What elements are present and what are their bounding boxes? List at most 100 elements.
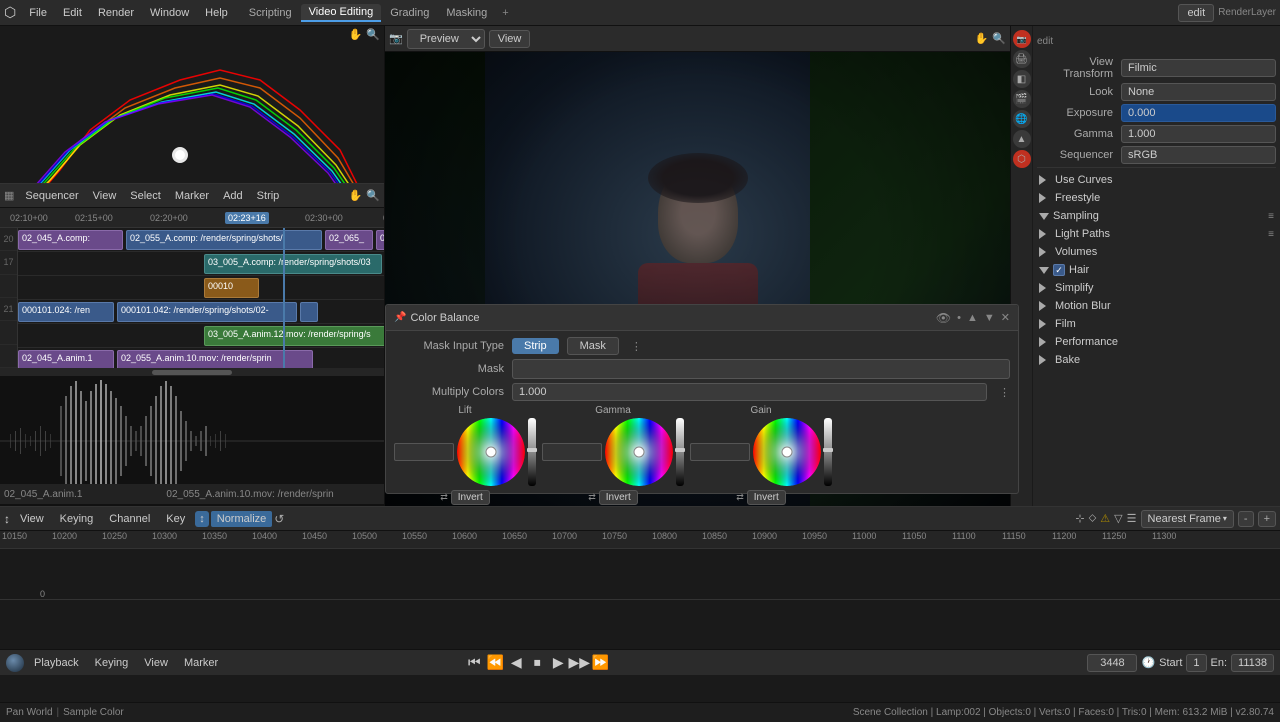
menu-window[interactable]: Window [143, 5, 196, 21]
seq-sequencer[interactable]: Sequencer [20, 188, 83, 204]
next-key-button[interactable]: ⏩ [591, 654, 609, 672]
sphere-icon[interactable] [6, 654, 24, 672]
section-sampling[interactable]: Sampling ≡ [1037, 207, 1276, 225]
view-icon2[interactable]: ☰ [1127, 512, 1137, 525]
menu-help[interactable]: Help [198, 5, 235, 21]
lift-invert-button[interactable]: Invert [451, 490, 490, 505]
clip-9[interactable]: 000101.024: /ren [18, 302, 114, 322]
lift-wheel[interactable] [457, 418, 525, 486]
mask-field[interactable] [512, 359, 1010, 379]
material-icon[interactable]: ⬡ [1013, 150, 1031, 168]
object-icon[interactable]: ▲ [1013, 130, 1031, 148]
jump-start-button[interactable]: ⏮ [465, 654, 483, 672]
playback-menu[interactable]: Playback [28, 655, 85, 671]
start-value[interactable]: 1 [1186, 654, 1206, 672]
section-film[interactable]: Film [1037, 315, 1276, 333]
cursor-icon[interactable]: ⊹ [1075, 512, 1084, 525]
mask-button[interactable]: Mask [567, 337, 619, 355]
keyframe-icon[interactable]: ⬦ [1089, 512, 1097, 525]
seq-strip[interactable]: Strip [252, 188, 285, 204]
minus-zoom[interactable]: - [1238, 511, 1254, 527]
section-hair[interactable]: Hair [1037, 261, 1276, 279]
seq-marker[interactable]: Marker [170, 188, 214, 204]
workspace-masking[interactable]: Masking [438, 5, 495, 21]
view-menu[interactable]: View [138, 655, 174, 671]
view-transform-value[interactable]: Filmic [1121, 59, 1276, 77]
hair-checkbox[interactable] [1053, 264, 1065, 276]
clip-5[interactable]: 03_005_A.comp: /render/spring/shots/03 [204, 254, 382, 274]
view-btn[interactable]: View [14, 511, 50, 527]
warning-icon[interactable]: ⚠ [1100, 512, 1110, 525]
render-icon[interactable]: 📷 [1013, 30, 1031, 48]
hand-icon-preview[interactable]: ✋ [975, 32, 989, 45]
zoom-icon[interactable]: 🔍 [366, 28, 380, 41]
gain-invert-button[interactable]: Invert [747, 490, 786, 505]
clip-11[interactable] [300, 302, 318, 322]
key-btn[interactable]: Key [160, 511, 191, 527]
lift-input[interactable] [394, 443, 454, 461]
normalize-icon[interactable]: ↕ [195, 511, 209, 527]
move-icon[interactable]: ↕ [4, 512, 10, 526]
gamma-slider[interactable] [676, 418, 684, 486]
plus-zoom[interactable]: + [1258, 511, 1276, 527]
clip-14[interactable]: 02_045_A.anim.1 [18, 350, 114, 368]
section-performance[interactable]: Performance [1037, 333, 1276, 351]
preview-dropdown[interactable]: Preview [407, 29, 485, 49]
section-use-curves[interactable]: Use Curves [1037, 171, 1276, 189]
normalize-btn[interactable]: Normalize [211, 511, 273, 527]
multiply-value[interactable]: 1.000 [512, 383, 987, 401]
blender-logo[interactable]: ⬡ [4, 4, 16, 21]
gain-slider[interactable] [824, 418, 832, 486]
section-motion-blur[interactable]: Motion Blur [1037, 297, 1276, 315]
seq-select[interactable]: Select [125, 188, 166, 204]
clip-3[interactable]: 02_065_ [325, 230, 373, 250]
clip-7[interactable]: 00010 [204, 278, 259, 298]
zoom-icon2[interactable]: 🔍 [366, 189, 380, 202]
clip-10[interactable]: 000101.042: /render/spring/shots/02- [117, 302, 297, 322]
next-frame-button[interactable]: ▶▶ [570, 654, 588, 672]
section-simplify[interactable]: Simplify [1037, 279, 1276, 297]
eye-icon[interactable]: 👁 [936, 311, 951, 325]
section-light-paths[interactable]: Light Paths ≡ [1037, 225, 1276, 243]
play-button[interactable]: ▶ [549, 654, 567, 672]
frame-count-display[interactable]: 3448 [1087, 654, 1137, 672]
sequencer-value[interactable]: sRGB [1121, 146, 1276, 164]
output-icon[interactable]: 🖨 [1013, 50, 1031, 68]
workspace-video-editing[interactable]: Video Editing [301, 4, 382, 22]
seq-scrollbar[interactable] [152, 370, 232, 375]
lift-slider[interactable] [528, 418, 536, 486]
gamma-wheel[interactable] [605, 418, 673, 486]
down-icon[interactable]: ▼ [984, 312, 995, 324]
marker-menu[interactable]: Marker [178, 655, 224, 671]
keying-menu[interactable]: Keying [89, 655, 135, 671]
clip-1[interactable]: 02_045_A.comp: [18, 230, 123, 250]
refresh-icon[interactable]: ↺ [274, 512, 284, 526]
clip-12[interactable]: 03_005_A.anim.12.mov: /render/spring/s [204, 326, 384, 346]
section-volumes[interactable]: Volumes [1037, 243, 1276, 261]
gain-input[interactable] [690, 443, 750, 461]
clip-4[interactable]: 02_07 [376, 230, 384, 250]
up-icon[interactable]: ▲ [967, 312, 978, 324]
seq-view[interactable]: View [88, 188, 122, 204]
clip-2[interactable]: 02_055_A.comp: /render/spring/shots/ [126, 230, 322, 250]
end-value[interactable]: 11138 [1231, 654, 1274, 672]
hand-tool-icon[interactable]: ✋ [349, 28, 363, 41]
add-workspace-button[interactable]: + [496, 5, 514, 21]
strip-button[interactable]: Strip [512, 338, 559, 354]
view-dropdown[interactable]: View [489, 30, 531, 48]
engine-selector[interactable]: edit [1178, 4, 1214, 22]
look-value[interactable]: None [1121, 83, 1276, 101]
close-icon-cb[interactable]: ✕ [1001, 311, 1010, 324]
select-btn[interactable]: Keying [54, 511, 100, 527]
section-bake[interactable]: Bake [1037, 351, 1276, 369]
stop-button[interactable]: ⏹ [528, 654, 546, 672]
zoom-icon-preview[interactable]: 🔍 [992, 32, 1006, 45]
exposure-value[interactable]: 0.000 [1121, 104, 1276, 122]
gain-wheel[interactable] [753, 418, 821, 486]
menu-edit[interactable]: Edit [56, 5, 89, 21]
menu-file[interactable]: File [22, 5, 54, 21]
view-layer-icon[interactable]: ◧ [1013, 70, 1031, 88]
world-icon[interactable]: 🌐 [1013, 110, 1031, 128]
multiply-more[interactable]: ⋮ [999, 386, 1010, 399]
section-freestyle[interactable]: Freestyle [1037, 189, 1276, 207]
